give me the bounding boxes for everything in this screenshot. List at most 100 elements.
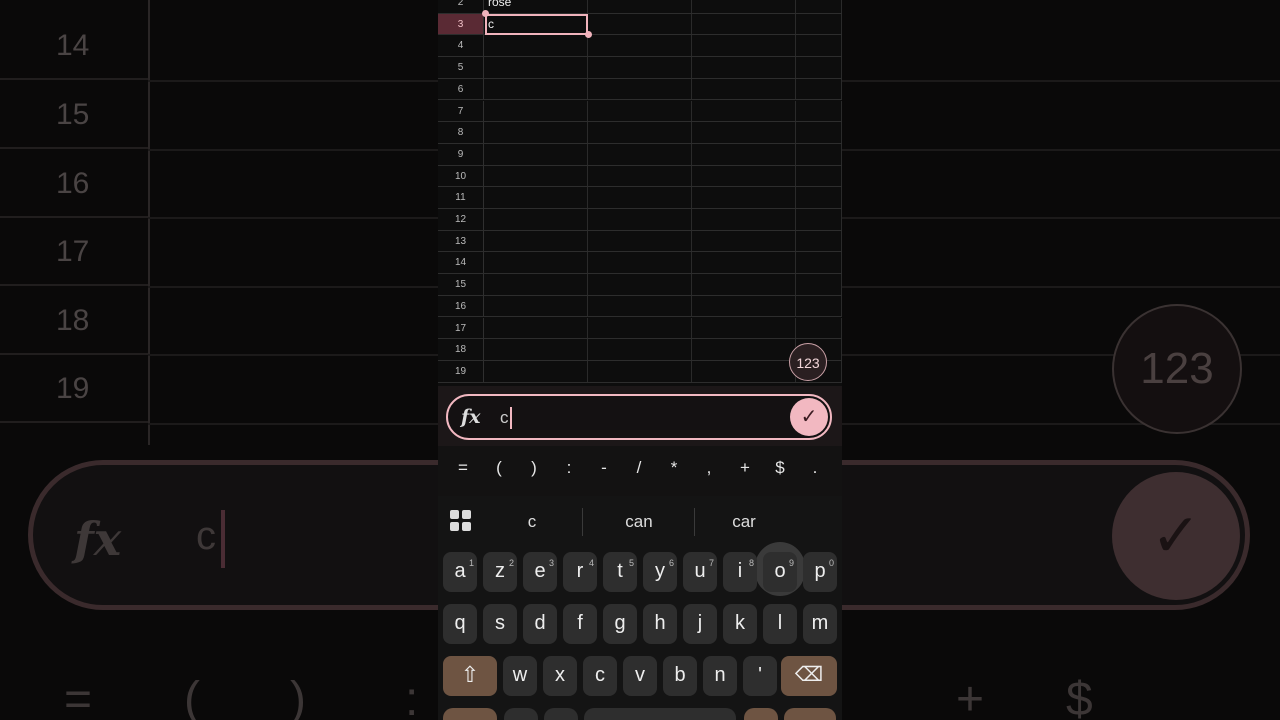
key-s[interactable]: s xyxy=(483,604,517,644)
table-cell[interactable] xyxy=(692,122,796,143)
table-row[interactable]: 7 xyxy=(438,100,842,123)
space-key[interactable] xyxy=(584,708,736,720)
table-cell[interactable] xyxy=(796,122,842,143)
table-cell[interactable] xyxy=(796,295,842,317)
table-cell[interactable] xyxy=(692,100,796,122)
key-j[interactable]: j xyxy=(683,604,717,644)
table-cell[interactable] xyxy=(588,295,692,317)
row-number[interactable]: 8 xyxy=(438,122,484,143)
apps-grid-icon[interactable] xyxy=(450,510,474,534)
key-o[interactable]: o9 xyxy=(763,552,797,592)
table-cell[interactable] xyxy=(796,35,842,57)
keypad-toggle-button[interactable]: 123 xyxy=(789,343,827,381)
table-row[interactable]: 10 xyxy=(438,165,842,188)
table-cell[interactable] xyxy=(588,252,692,274)
key-w[interactable]: w xyxy=(503,656,537,696)
table-cell[interactable] xyxy=(692,360,796,382)
globe-key[interactable] xyxy=(544,708,578,720)
table-cell[interactable] xyxy=(588,317,692,339)
table-cell[interactable] xyxy=(692,0,796,13)
table-cell[interactable] xyxy=(692,317,796,339)
table-cell[interactable] xyxy=(796,100,842,122)
shift-key[interactable]: ⇧ xyxy=(443,656,497,696)
selection-handle[interactable] xyxy=(585,31,592,38)
table-cell[interactable] xyxy=(484,230,588,252)
key-q[interactable]: q xyxy=(443,604,477,644)
symbol-key[interactable]: $ xyxy=(765,458,795,478)
table-cell[interactable] xyxy=(588,230,692,252)
table-cell[interactable] xyxy=(796,57,842,78)
table-cell[interactable] xyxy=(588,122,692,143)
table-cell[interactable] xyxy=(484,78,588,100)
symbols-key[interactable] xyxy=(443,708,497,720)
table-cell[interactable] xyxy=(588,0,692,13)
table-cell[interactable] xyxy=(796,13,842,35)
symbol-key[interactable]: / xyxy=(624,458,654,478)
table-cell[interactable] xyxy=(796,252,842,274)
table-row[interactable]: 14 xyxy=(438,252,842,275)
table-cell[interactable] xyxy=(484,187,588,208)
table-row[interactable]: 15 xyxy=(438,274,842,296)
table-row[interactable]: 12 xyxy=(438,209,842,231)
table-cell[interactable] xyxy=(484,209,588,230)
row-number[interactable]: 5 xyxy=(438,57,484,78)
symbol-key[interactable]: - xyxy=(589,458,619,478)
key-a[interactable]: a1 xyxy=(443,552,477,592)
row-number[interactable]: 17 xyxy=(438,317,484,339)
enter-key[interactable] xyxy=(784,708,836,720)
table-row[interactable]: 18 xyxy=(438,339,842,361)
table-row[interactable]: 9 xyxy=(438,143,842,166)
backspace-key[interactable]: ⌫ xyxy=(781,656,837,696)
row-number[interactable]: 6 xyxy=(438,78,484,100)
table-cell[interactable] xyxy=(484,360,588,382)
table-cell[interactable] xyxy=(588,13,692,35)
table-cell[interactable] xyxy=(796,230,842,252)
table-cell[interactable] xyxy=(588,35,692,57)
table-cell[interactable] xyxy=(692,57,796,78)
table-cell[interactable] xyxy=(484,165,588,187)
table-row[interactable]: 13 xyxy=(438,230,842,253)
row-number[interactable]: 14 xyxy=(438,252,484,274)
row-number[interactable]: 11 xyxy=(438,187,484,208)
table-cell[interactable] xyxy=(484,122,588,143)
table-cell[interactable] xyxy=(796,143,842,165)
row-number[interactable]: 18 xyxy=(438,339,484,360)
table-cell[interactable] xyxy=(484,317,588,339)
table-cell[interactable] xyxy=(692,252,796,274)
key-i[interactable]: i8 xyxy=(723,552,757,592)
table-cell[interactable] xyxy=(588,274,692,295)
table-cell[interactable] xyxy=(796,0,842,13)
row-number[interactable]: 4 xyxy=(438,35,484,57)
table-row[interactable]: 19 xyxy=(438,360,842,383)
table-cell[interactable] xyxy=(692,35,796,57)
table-cell[interactable] xyxy=(796,274,842,295)
symbol-key[interactable]: * xyxy=(659,458,689,478)
table-cell[interactable] xyxy=(484,295,588,317)
row-number[interactable]: 19 xyxy=(438,360,484,382)
key-n[interactable]: n xyxy=(703,656,737,696)
table-row[interactable]: 6 xyxy=(438,78,842,101)
key-d[interactable]: d xyxy=(523,604,557,644)
table-cell[interactable] xyxy=(484,143,588,165)
key-u[interactable]: u7 xyxy=(683,552,717,592)
symbol-key[interactable]: = xyxy=(448,458,478,478)
table-cell[interactable] xyxy=(692,165,796,187)
suggestion-item[interactable]: can xyxy=(598,508,680,536)
table-cell[interactable] xyxy=(484,57,588,78)
table-cell[interactable] xyxy=(588,187,692,208)
table-cell[interactable] xyxy=(692,274,796,295)
symbol-key[interactable]: + xyxy=(730,458,760,478)
key-k[interactable]: k xyxy=(723,604,757,644)
symbol-key[interactable]: , xyxy=(694,458,724,478)
table-cell[interactable] xyxy=(588,209,692,230)
table-cell[interactable] xyxy=(588,100,692,122)
table-cell[interactable] xyxy=(692,143,796,165)
row-number[interactable]: 15 xyxy=(438,274,484,295)
formula-input[interactable]: c xyxy=(500,408,509,428)
table-cell[interactable] xyxy=(692,78,796,100)
table-row[interactable]: 17 xyxy=(438,317,842,340)
key-x[interactable]: x xyxy=(543,656,577,696)
table-cell[interactable] xyxy=(484,252,588,274)
symbol-key[interactable]: : xyxy=(554,458,584,478)
table-cell[interactable] xyxy=(692,13,796,35)
